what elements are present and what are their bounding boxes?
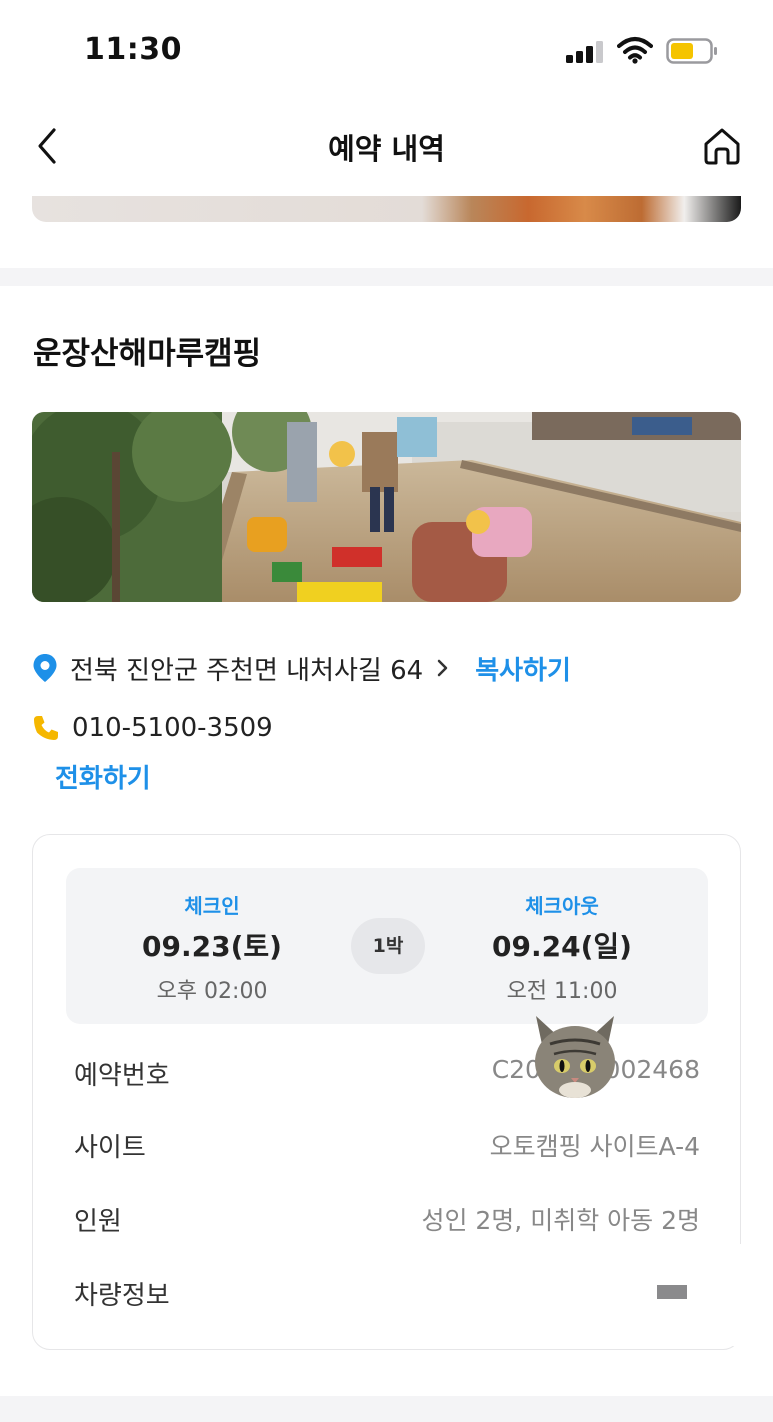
guests-label: 인원 [74, 1207, 122, 1237]
phone-icon [34, 716, 58, 740]
nights-badge: 1박 [351, 918, 425, 974]
section-divider [0, 268, 773, 286]
status-bar: 11:30 [0, 0, 773, 100]
checkout-label: 체크아웃 [525, 894, 599, 918]
checkin-label: 체크인 [184, 894, 240, 918]
home-button[interactable] [700, 124, 744, 168]
nav-bar: 예약 내역 [0, 100, 773, 192]
phone-row: 010-5100-3509 [32, 708, 273, 748]
address-text[interactable]: 전북 진안군 주천면 내처사길 64 [70, 650, 423, 687]
redaction-mark [657, 1285, 687, 1299]
home-icon [704, 128, 740, 165]
guests-value: 성인 2명, 미취학 아동 2명 [421, 1206, 700, 1235]
previous-banner-image [32, 196, 741, 222]
reservation-number-label: 예약번호 [74, 1061, 170, 1091]
site-value: 오토캠핑 사이트A-4 [489, 1132, 700, 1161]
location-pin-icon [33, 654, 57, 682]
phone-number[interactable]: 010-5100-3509 [72, 713, 273, 743]
guests-row: 인원 성인 2명, 미취학 아동 2명 [74, 1197, 700, 1237]
checkin-date: 09.23(토) [142, 930, 282, 963]
wifi-icon [617, 37, 653, 64]
battery-icon [666, 38, 717, 64]
campsite-photo [32, 412, 741, 602]
address-row: 전북 진안군 주천면 내처사길 64 복사하기 [32, 648, 571, 688]
cat-sticker-icon [535, 1016, 615, 1098]
redaction-overlay [402, 1244, 746, 1346]
checkin-time: 오후 02:00 [156, 979, 268, 1004]
site-row: 사이트 오토캠핑 사이트A-4 [74, 1123, 700, 1163]
checkout-block: 체크아웃 09.24(일) 오전 11:00 [432, 890, 692, 1005]
site-label: 사이트 [74, 1133, 146, 1163]
page-title: 예약 내역 [328, 132, 445, 166]
checkin-block: 체크인 09.23(토) 오후 02:00 [82, 890, 342, 1005]
campsite-name: 운장산해마루캠핑 [33, 336, 262, 372]
vehicle-label: 차량정보 [74, 1281, 170, 1311]
stay-dates: 체크인 09.23(토) 오후 02:00 1박 체크아웃 09.24(일) 오… [66, 868, 708, 1024]
copy-address-button[interactable]: 복사하기 [475, 650, 571, 687]
section-divider-bottom [0, 1396, 773, 1422]
call-button[interactable]: 전화하기 [55, 758, 151, 795]
checkout-date: 09.24(일) [492, 930, 632, 963]
signal-icon [566, 41, 604, 63]
checkout-time: 오전 11:00 [506, 979, 618, 1004]
chevron-right-icon[interactable] [435, 658, 451, 678]
status-time: 11:30 [84, 32, 182, 67]
